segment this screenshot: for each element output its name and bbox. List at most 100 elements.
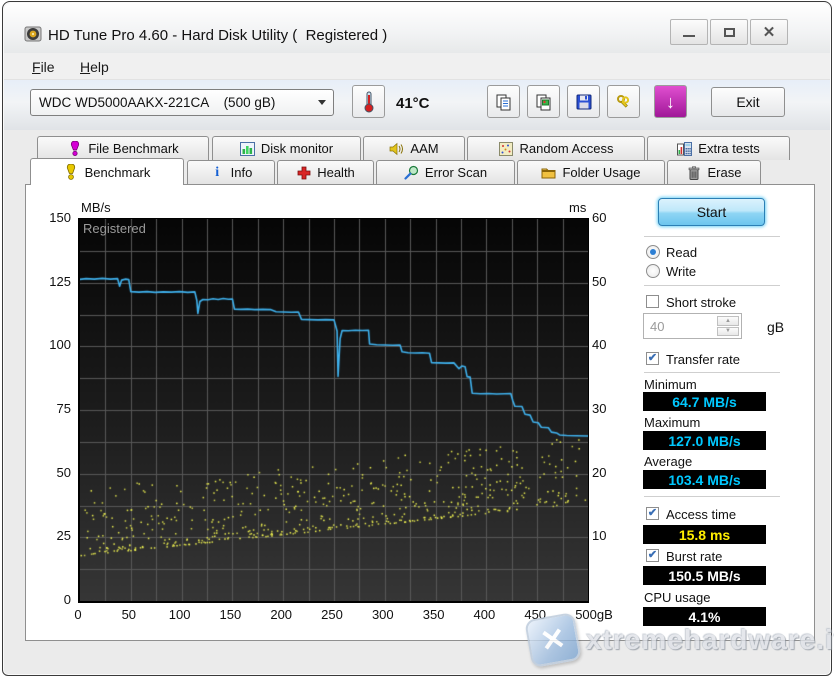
tab-disk-monitor[interactable]: Disk monitor	[212, 136, 361, 160]
title-bar[interactable]: HD Tune Pro 4.60 - Hard Disk Utility ( R…	[4, 3, 830, 53]
download-arrow-icon: ↓	[666, 91, 675, 112]
copy-text-icon	[496, 94, 510, 110]
chevron-down-icon	[318, 100, 326, 105]
left-axis-tick-label: 75	[56, 401, 71, 416]
hard-disk-icon	[24, 26, 42, 42]
app-window: HD Tune Pro 4.60 - Hard Disk Utility ( R…	[2, 1, 832, 676]
start-button[interactable]: Start	[658, 198, 765, 226]
right-axis-tick-label: 40	[592, 337, 607, 353]
x-axis-tick-label: 450	[524, 607, 547, 622]
x-axis-tick-label: 200	[270, 607, 293, 622]
tab-erase[interactable]: Erase	[667, 160, 761, 184]
speaker-icon	[389, 141, 404, 156]
access-time-label: Access time	[666, 507, 737, 522]
benchmark-chart-canvas	[78, 218, 589, 603]
folder-icon	[541, 165, 556, 180]
benchmark-chart	[78, 218, 589, 603]
left-axis-unit-label: MB/s	[81, 200, 111, 215]
tab-aam[interactable]: AAM	[363, 136, 465, 160]
right-axis-tick-label: 50	[592, 273, 607, 289]
hd-tune-app: HD Tune Pro 4.60 - Hard Disk Utility ( R…	[0, 0, 834, 679]
cpu-usage-label: CPU usage	[644, 590, 711, 605]
x-axis-tick-label: 150	[219, 607, 242, 622]
bar-chart-icon	[239, 141, 255, 156]
maximum-value: 127.0 MB/s	[643, 431, 766, 450]
x-axis-tick-label: 500gB	[575, 607, 613, 622]
extra-tests-icon	[677, 141, 693, 156]
tab-folder-usage[interactable]: Folder Usage	[517, 160, 665, 184]
right-axis-unit-label: ms	[569, 200, 587, 215]
window-title: HD Tune Pro 4.60 - Hard Disk Utility ( R…	[48, 27, 388, 44]
short-stroke-checkbox[interactable]	[646, 295, 659, 308]
thermometer-icon	[364, 91, 373, 112]
exclamation-magenta-icon	[67, 141, 82, 156]
write-radio-label: Write	[666, 264, 697, 279]
right-axis-tick-label: 10	[592, 528, 607, 544]
random-dots-icon	[499, 141, 514, 156]
short-stroke-stepper[interactable]: 40 ▲ ▼	[643, 313, 742, 339]
cpu-usage-value: 4.1%	[643, 607, 766, 626]
x-axis-tick-label: 300	[371, 607, 394, 622]
maximize-button[interactable]	[710, 19, 748, 45]
tab-error-scan[interactable]: Error Scan	[376, 160, 515, 184]
menu-bar: File Help	[4, 53, 830, 80]
minimum-label: Minimum	[644, 377, 697, 392]
tab-info[interactable]: i Info	[187, 160, 275, 184]
options-button[interactable]	[607, 85, 640, 118]
exit-button[interactable]: Exit	[711, 87, 785, 117]
copy-image-button[interactable]	[527, 85, 560, 118]
burst-rate-checkbox[interactable]	[646, 549, 659, 562]
drive-select[interactable]: WDC WD5000AAKX-221CA (500 gB)	[30, 89, 334, 116]
read-radio-label: Read	[666, 245, 698, 260]
average-value: 103.4 MB/s	[643, 470, 766, 489]
close-icon: ✕	[762, 23, 776, 41]
stepper-down-icon[interactable]: ▼	[717, 326, 739, 336]
exclamation-yellow-icon	[64, 164, 79, 180]
menu-help[interactable]: Help	[74, 57, 115, 77]
copy-text-button[interactable]	[487, 85, 520, 118]
options-keys-icon	[616, 94, 629, 108]
x-axis-tick-label: 0	[74, 607, 82, 622]
update-button[interactable]: ↓	[654, 85, 687, 118]
access-time-value: 15.8 ms	[643, 525, 766, 544]
access-time-checkbox[interactable]	[646, 507, 659, 520]
tab-extra-tests[interactable]: Extra tests	[647, 136, 790, 160]
left-axis-tick-label: 100	[49, 337, 71, 353]
window-controls: ✕	[668, 19, 788, 45]
stepper-up-icon[interactable]: ▲	[717, 316, 739, 326]
health-cross-icon	[296, 165, 311, 180]
right-axis-tick-label: 60	[592, 210, 607, 225]
transfer-rate-label: Transfer rate	[666, 352, 740, 367]
x-axis-tick-label: 250	[321, 607, 343, 622]
minimum-value: 64.7 MB/s	[643, 392, 766, 411]
left-axis-tick-label: 125	[49, 273, 71, 289]
x-axis-tick-label: 400	[473, 607, 496, 622]
maximize-icon	[723, 27, 735, 37]
x-axis-tick-label: 350	[422, 607, 445, 622]
registered-watermark-text: Registered	[83, 221, 146, 236]
trash-icon	[687, 165, 702, 180]
menu-file[interactable]: File	[26, 57, 61, 77]
average-label: Average	[644, 454, 693, 469]
separator	[644, 285, 780, 287]
tab-health[interactable]: Health	[277, 160, 374, 184]
left-axis-tick-label: 0	[63, 592, 71, 607]
x-axis-tick-label: 100	[168, 607, 191, 622]
save-floppy-icon	[576, 94, 591, 109]
separator	[644, 372, 780, 374]
info-icon: i	[215, 164, 220, 180]
tab-benchmark-active[interactable]: Benchmark	[30, 158, 184, 185]
maximum-label: Maximum	[644, 415, 701, 430]
right-axis-tick-label: 30	[592, 401, 607, 416]
read-radio[interactable]	[646, 245, 660, 259]
close-button[interactable]: ✕	[750, 19, 788, 45]
tab-file-benchmark[interactable]: File Benchmark	[37, 136, 209, 160]
write-radio[interactable]	[646, 264, 660, 278]
drive-select-value: WDC WD5000AAKX-221CA (500 gB)	[39, 95, 276, 110]
transfer-rate-checkbox[interactable]	[646, 352, 659, 365]
save-button[interactable]	[567, 85, 600, 118]
temperature-button[interactable]	[352, 85, 385, 118]
short-stroke-value: 40	[650, 319, 665, 334]
tab-random-access[interactable]: Random Access	[467, 136, 645, 160]
minimize-button[interactable]	[670, 19, 708, 45]
